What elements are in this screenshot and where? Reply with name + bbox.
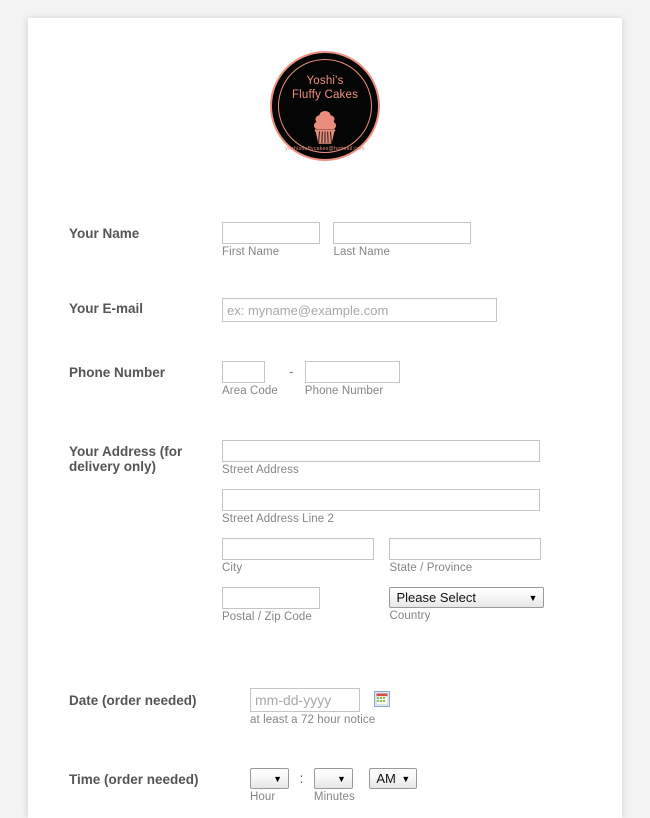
minutes-sublabel: Minutes	[314, 791, 355, 804]
logo-header: Yoshi's Fluffy Cakes yoshisfluffycakes@h…	[28, 51, 622, 166]
state-province-sublabel: State / Province	[389, 562, 541, 575]
first-name-sublabel: First Name	[222, 246, 320, 259]
phone-number-group: Phone Number	[305, 361, 400, 398]
minutes-group: ▼ Minutes	[314, 768, 355, 804]
street-address-2-input[interactable]	[222, 489, 540, 511]
country-select[interactable]: Please Select ▼	[389, 587, 544, 608]
minutes-select[interactable]: ▼	[314, 768, 353, 789]
city-group: City	[222, 538, 385, 575]
area-code-group: Area Code	[222, 361, 278, 398]
chevron-down-icon: ▼	[273, 769, 282, 789]
label-time-order-needed: Time (order needed)	[69, 772, 229, 787]
time-separator: :	[293, 768, 309, 789]
logo-title-line1: Yoshi's	[272, 74, 378, 88]
phone-separator: -	[282, 361, 300, 383]
cupcake-icon	[306, 109, 344, 145]
label-phone-number: Phone Number	[69, 365, 221, 380]
hour-sublabel: Hour	[250, 791, 289, 804]
date-sublabel: at least a 72 hour notice	[250, 714, 390, 727]
calendar-icon[interactable]	[374, 691, 390, 707]
street-address-2-sublabel: Street Address Line 2	[222, 513, 544, 526]
postal-group: Postal / Zip Code	[222, 587, 385, 624]
city-input[interactable]	[222, 538, 374, 560]
street-address-2-group: Street Address Line 2	[222, 489, 544, 526]
label-your-address: Your Address (for delivery only)	[69, 444, 221, 474]
meridiem-selected-value: AM	[376, 769, 396, 788]
area-code-input[interactable]	[222, 361, 265, 383]
postal-country-group: Postal / Zip Code Please Select ▼ Countr…	[222, 587, 544, 624]
logo-email-text: yoshisfluffycakes@hotmail.com	[272, 146, 378, 152]
city-sublabel: City	[222, 562, 385, 575]
state-province-input[interactable]	[389, 538, 541, 560]
street-address-group: Street Address	[222, 440, 544, 477]
phone-fields: Area Code - Phone Number	[222, 361, 400, 398]
country-sublabel: Country	[389, 610, 544, 623]
chevron-down-icon: ▼	[529, 588, 538, 608]
street-address-sublabel: Street Address	[222, 464, 544, 477]
name-fields: First Name Last Name	[222, 222, 471, 259]
chevron-down-icon: ▼	[401, 769, 410, 789]
last-name-input[interactable]	[333, 222, 471, 244]
yoshis-fluffy-cakes-logo: Yoshi's Fluffy Cakes yoshisfluffycakes@h…	[270, 51, 380, 161]
logo-title: Yoshi's Fluffy Cakes	[272, 74, 378, 102]
date-input[interactable]	[250, 688, 360, 712]
state-group: State / Province	[389, 538, 541, 575]
last-name-sublabel: Last Name	[333, 246, 471, 259]
hour-select[interactable]: ▼	[250, 768, 289, 789]
hour-group: ▼ Hour	[250, 768, 289, 804]
chevron-down-icon: ▼	[337, 769, 346, 789]
postal-zip-input[interactable]	[222, 587, 320, 609]
area-code-sublabel: Area Code	[222, 385, 278, 398]
phone-number-sublabel: Phone Number	[305, 385, 400, 398]
date-fields: at least a 72 hour notice	[250, 688, 390, 727]
logo-title-line2: Fluffy Cakes	[272, 88, 378, 102]
last-name-group: Last Name	[333, 222, 471, 259]
email-fields	[222, 298, 497, 322]
order-form-card: Yoshi's Fluffy Cakes yoshisfluffycakes@h…	[28, 18, 622, 818]
first-name-group: First Name	[222, 222, 320, 259]
city-state-group: City State / Province	[222, 538, 544, 575]
label-your-name: Your Name	[69, 226, 221, 241]
first-name-input[interactable]	[222, 222, 320, 244]
postal-zip-sublabel: Postal / Zip Code	[222, 611, 385, 624]
address-fields: Street Address Street Address Line 2 Cit…	[222, 440, 544, 624]
time-fields: ▼ Hour : ▼ Minutes AM ▼	[250, 768, 417, 804]
label-date-order-needed: Date (order needed)	[69, 693, 229, 708]
country-group: Please Select ▼ Country	[389, 587, 544, 623]
label-your-email: Your E-mail	[69, 301, 221, 316]
meridiem-select[interactable]: AM ▼	[369, 768, 417, 789]
country-selected-value: Please Select	[396, 588, 476, 607]
email-input[interactable]	[222, 298, 497, 322]
phone-number-input[interactable]	[305, 361, 400, 383]
meridiem-group: AM ▼	[369, 768, 417, 789]
street-address-input[interactable]	[222, 440, 540, 462]
